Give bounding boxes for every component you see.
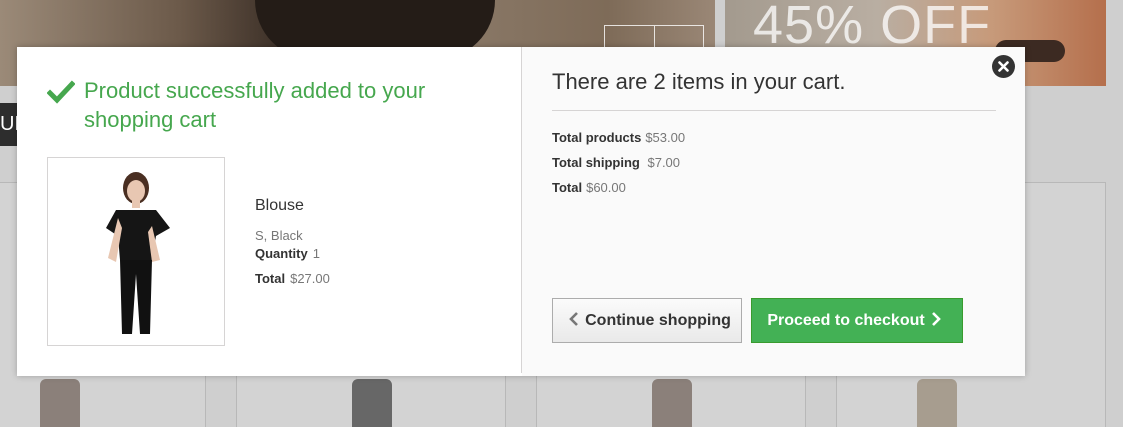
total-shipping-row: Total shipping $7.00: [552, 155, 680, 170]
proceed-to-checkout-button[interactable]: Proceed to checkout: [751, 298, 963, 343]
proceed-to-checkout-label: Proceed to checkout: [767, 311, 925, 329]
continue-shopping-label: Continue shopping: [585, 311, 731, 329]
cart-total-value: $60.00: [586, 180, 626, 195]
total-products-row: Total products $53.00: [552, 130, 685, 145]
product-total: Total $27.00: [255, 271, 330, 286]
quantity-label: Quantity: [255, 246, 308, 261]
success-message-text: Product successfully added to your shopp…: [84, 78, 426, 132]
product-name: Blouse: [255, 197, 304, 214]
product-total-value: $27.00: [290, 271, 330, 286]
added-product-panel: Product successfully added to your shopp…: [17, 47, 521, 376]
add-to-cart-modal: Product successfully added to your shopp…: [17, 47, 1025, 376]
chevron-left-icon: [569, 311, 579, 330]
close-modal-button[interactable]: [992, 55, 1015, 78]
quantity-value: 1: [312, 246, 320, 261]
product-thumbnail: [47, 157, 225, 346]
category-tab[interactable]: UL: [0, 103, 17, 146]
product-image: [917, 379, 957, 427]
cart-total-label: Total: [552, 180, 583, 195]
total-shipping-value: $7.00: [647, 155, 681, 170]
total-shipping-label: Total shipping: [552, 155, 640, 170]
product-quantity: Quantity 1: [255, 246, 320, 261]
success-message: Product successfully added to your shopp…: [47, 76, 487, 134]
blouse-model-image: [106, 172, 170, 334]
total-products-label: Total products: [552, 130, 642, 145]
product-total-label: Total: [255, 271, 286, 286]
total-products-value: $53.00: [645, 130, 686, 145]
product-image: [652, 379, 692, 427]
cart-summary-panel: There are 2 items in your cart. Total pr…: [522, 47, 1025, 376]
cart-total-row: Total $60.00: [552, 180, 626, 195]
product-attributes: S, Black: [255, 228, 303, 243]
check-icon: [47, 80, 75, 104]
chevron-right-icon: [931, 311, 941, 330]
continue-shopping-button[interactable]: Continue shopping: [552, 298, 742, 343]
cart-items-title: There are 2 items in your cart.: [552, 69, 846, 94]
close-icon: [998, 61, 1009, 72]
product-image: [352, 379, 392, 427]
product-image: [40, 379, 80, 427]
summary-separator: [552, 110, 996, 111]
